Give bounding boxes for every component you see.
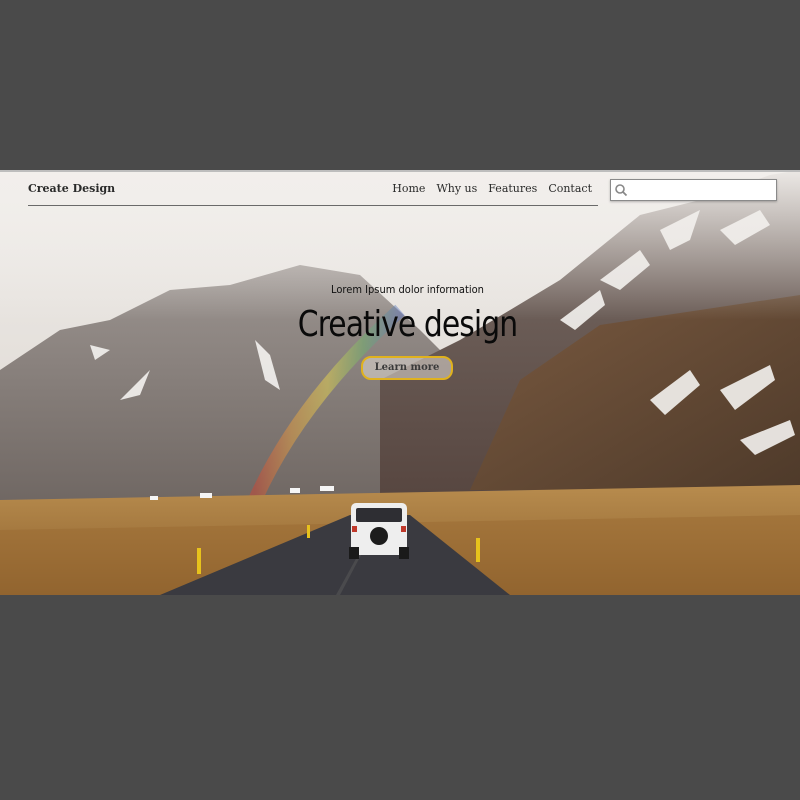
- hero-subtitle: Lorem Ipsum dolor information: [331, 283, 484, 296]
- nav-item-home[interactable]: Home: [392, 182, 425, 195]
- learn-more-button[interactable]: Learn more: [361, 356, 453, 380]
- search-icon[interactable]: [614, 183, 628, 197]
- main-nav: Home Why us Features Contact: [392, 182, 592, 195]
- header-divider: [28, 205, 598, 206]
- nav-item-why-us[interactable]: Why us: [436, 182, 477, 195]
- hero-section: Create Design Home Why us Features Conta…: [0, 170, 800, 595]
- nav-item-contact[interactable]: Contact: [548, 182, 592, 195]
- page: Create Design Home Why us Features Conta…: [0, 0, 800, 800]
- brand-logo-text[interactable]: Create Design: [28, 182, 115, 195]
- search-input[interactable]: [631, 182, 771, 198]
- hero-background-image: [0, 170, 800, 595]
- search-box[interactable]: [610, 179, 777, 201]
- hero-title: Creative design: [297, 304, 518, 345]
- top-border: [0, 170, 800, 172]
- nav-item-features[interactable]: Features: [488, 182, 537, 195]
